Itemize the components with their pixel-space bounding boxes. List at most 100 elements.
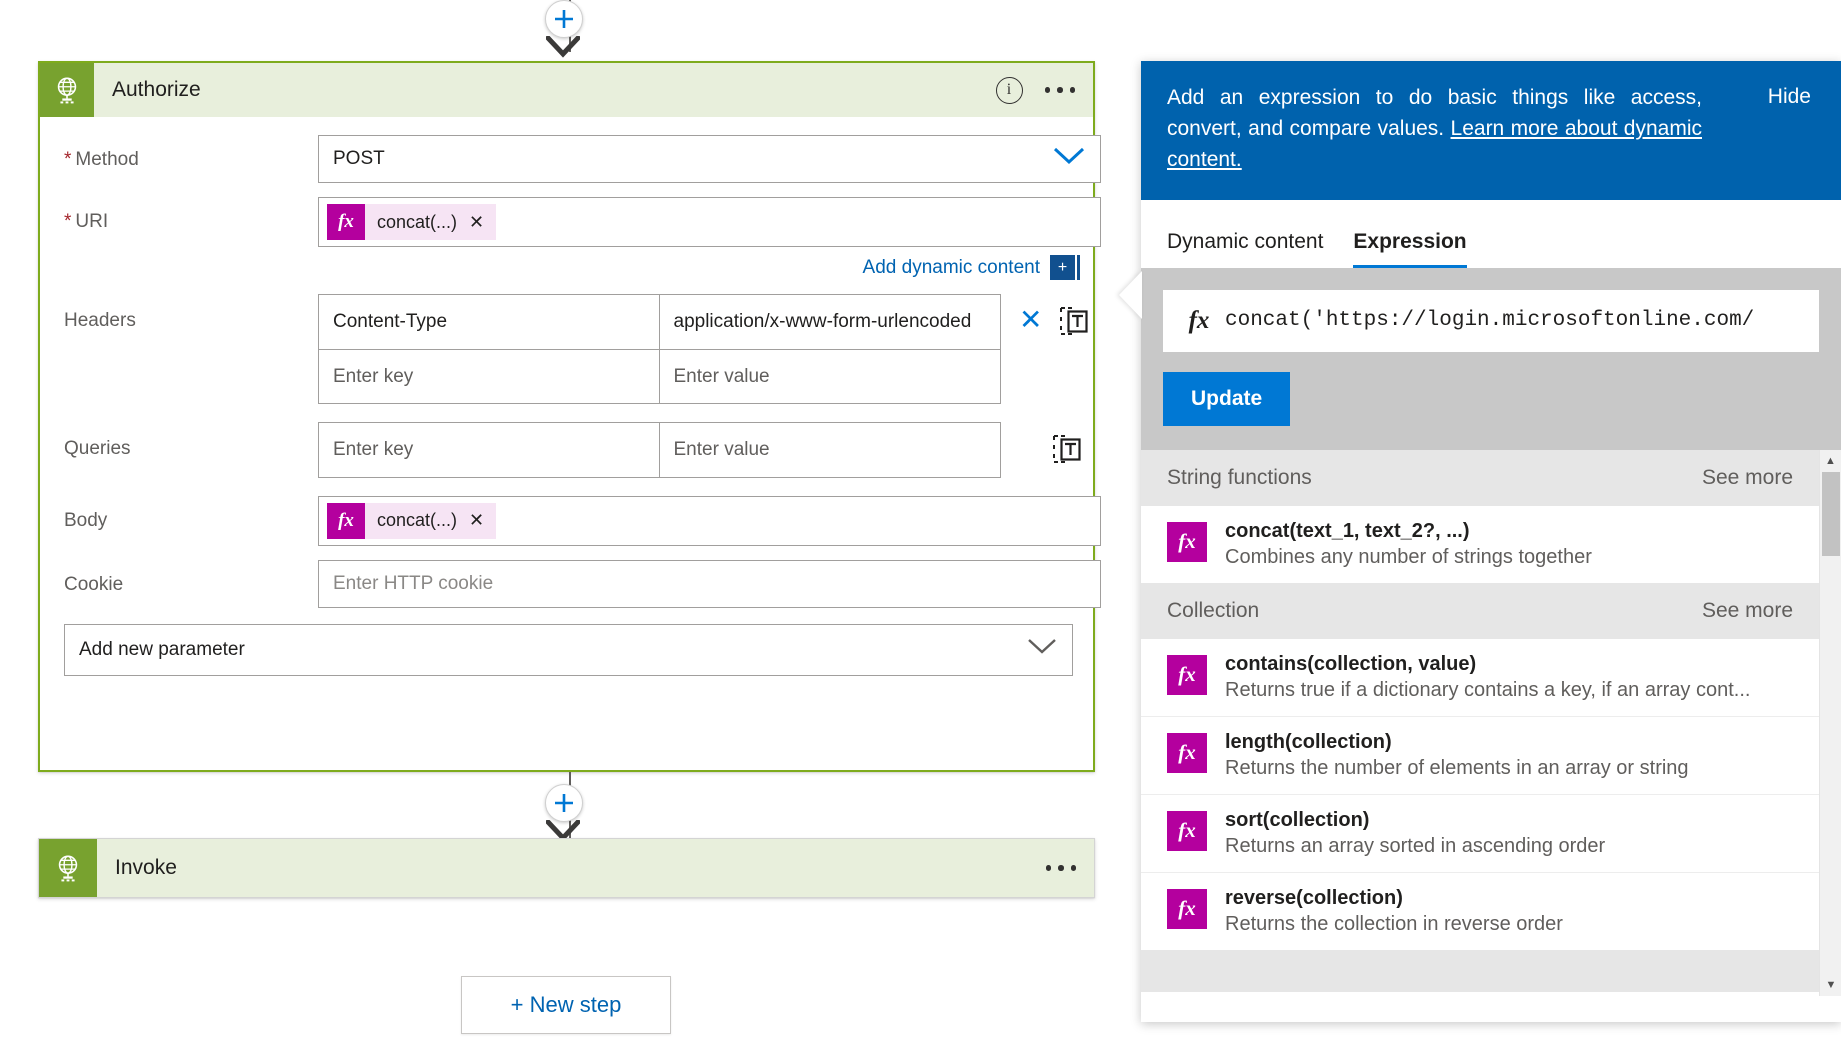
field-control-body: fx concat(...) ✕ bbox=[318, 496, 1101, 546]
query-value-empty[interactable]: Enter value bbox=[660, 423, 1001, 477]
insert-step-button-middle[interactable] bbox=[545, 784, 583, 822]
function-list: String functions See more fx concat(text… bbox=[1141, 450, 1841, 996]
query-key-empty[interactable]: Enter key bbox=[319, 423, 660, 477]
scrollbar-thumb[interactable] bbox=[1822, 472, 1840, 556]
token-label: concat(...) bbox=[365, 503, 465, 539]
new-step-button[interactable]: + New step bbox=[461, 976, 671, 1034]
list-item[interactable]: fx reverse(collection) Returns the colle… bbox=[1141, 872, 1819, 950]
function-description: Returns an array sorted in ascending ord… bbox=[1225, 835, 1605, 858]
field-control-cookie: Enter HTTP cookie bbox=[318, 560, 1101, 608]
connector-top bbox=[0, 0, 1140, 52]
fx-icon: fx bbox=[1167, 811, 1207, 851]
add-new-parameter-dropdown[interactable]: Add new parameter bbox=[64, 624, 1073, 676]
method-value: POST bbox=[333, 148, 385, 170]
info-glyph: i bbox=[1007, 81, 1011, 99]
field-control-headers: Content-Type application/x-www-form-urle… bbox=[318, 294, 1088, 404]
cookie-input[interactable]: Enter HTTP cookie bbox=[318, 560, 1101, 608]
function-name: concat(text_1, text_2?, ...) bbox=[1225, 520, 1592, 543]
function-list-scrollport: String functions See more fx concat(text… bbox=[1141, 450, 1819, 996]
field-method: *Method POST bbox=[64, 135, 1069, 183]
fx-icon: fx bbox=[1167, 522, 1207, 562]
list-item[interactable]: fx length(collection) Returns the number… bbox=[1141, 716, 1819, 794]
expression-input[interactable]: fx concat('https://login.microsoftonline… bbox=[1163, 290, 1819, 352]
tab-dynamic-content[interactable]: Dynamic content bbox=[1167, 230, 1323, 268]
header-value[interactable]: application/x-www-form-urlencoded bbox=[660, 295, 1001, 349]
expression-token-uri[interactable]: fx concat(...) ✕ bbox=[327, 204, 496, 240]
card-title: Authorize bbox=[112, 78, 201, 102]
app-root: Authorize i *Method POST bbox=[0, 0, 1841, 1044]
switch-to-text-mode-icon[interactable] bbox=[1053, 434, 1081, 469]
card-body-authorize: *Method POST *URI bbox=[40, 117, 1093, 700]
table-row[interactable]: Enter key Enter value bbox=[319, 349, 1000, 404]
action-card-invoke[interactable]: Invoke bbox=[38, 838, 1095, 898]
more-options-icon[interactable] bbox=[1046, 865, 1077, 871]
fx-icon: fx bbox=[1167, 889, 1207, 929]
card-header-actions: i bbox=[996, 63, 1076, 117]
function-description: Returns true if a dictionary contains a … bbox=[1225, 679, 1750, 702]
update-button[interactable]: Update bbox=[1163, 372, 1290, 426]
insert-step-button-top[interactable] bbox=[545, 0, 583, 38]
function-name: contains(collection, value) bbox=[1225, 653, 1750, 676]
add-new-parameter-row: Add new parameter bbox=[64, 624, 1069, 676]
panel-banner: Add an expression to do basic things lik… bbox=[1141, 61, 1841, 200]
table-row[interactable]: Enter key Enter value bbox=[319, 423, 1000, 477]
function-group-header-string: String functions See more bbox=[1141, 450, 1819, 506]
chevron-down-icon bbox=[1052, 146, 1086, 172]
delete-row-icon[interactable]: ✕ bbox=[1019, 306, 1042, 334]
table-row[interactable]: Content-Type application/x-www-form-urle… bbox=[319, 295, 1000, 349]
header-key[interactable]: Content-Type bbox=[319, 295, 660, 349]
expression-token-body[interactable]: fx concat(...) ✕ bbox=[327, 503, 496, 539]
see-more-link[interactable]: See more bbox=[1702, 466, 1793, 490]
list-item[interactable]: fx sort(collection) Returns an array sor… bbox=[1141, 794, 1819, 872]
switch-to-text-mode-icon[interactable] bbox=[1060, 306, 1088, 341]
designer-canvas: Authorize i *Method POST bbox=[0, 0, 1140, 1044]
function-list-footer bbox=[1141, 950, 1819, 992]
card-header-invoke[interactable]: Invoke bbox=[39, 839, 1094, 897]
function-name: reverse(collection) bbox=[1225, 887, 1563, 910]
method-dropdown[interactable]: POST bbox=[318, 135, 1101, 183]
add-dynamic-content-row: Add dynamic content + bbox=[64, 255, 1075, 280]
function-description: Returns the number of elements in an arr… bbox=[1225, 757, 1689, 780]
see-more-link[interactable]: See more bbox=[1702, 599, 1793, 623]
body-input[interactable]: fx concat(...) ✕ bbox=[318, 496, 1101, 546]
queries-table: Enter key Enter value bbox=[318, 422, 1001, 478]
uri-input[interactable]: fx concat(...) ✕ bbox=[318, 197, 1101, 247]
field-control-queries: Enter key Enter value bbox=[318, 422, 1081, 478]
expression-editor-area: fx concat('https://login.microsoftonline… bbox=[1141, 268, 1841, 450]
list-item[interactable]: fx contains(collection, value) Returns t… bbox=[1141, 639, 1819, 716]
list-item[interactable]: fx concat(text_1, text_2?, ...) Combines… bbox=[1141, 506, 1819, 583]
more-options-icon[interactable] bbox=[1045, 87, 1076, 93]
header-key-empty[interactable]: Enter key bbox=[319, 350, 660, 404]
field-control-method: POST bbox=[318, 135, 1101, 183]
expression-panel: Add an expression to do basic things lik… bbox=[1141, 61, 1841, 1022]
function-name: length(collection) bbox=[1225, 731, 1689, 754]
function-group-header-collection: Collection See more bbox=[1141, 583, 1819, 639]
scroll-up-icon[interactable]: ▲ bbox=[1820, 450, 1841, 472]
field-label-uri: *URI bbox=[64, 197, 318, 233]
card-header-authorize[interactable]: Authorize i bbox=[40, 63, 1093, 117]
token-label: concat(...) bbox=[365, 204, 465, 240]
add-dynamic-content-link[interactable]: Add dynamic content bbox=[863, 257, 1040, 279]
card-title: Invoke bbox=[115, 856, 177, 880]
field-headers: Headers Content-Type application/x-www-f… bbox=[64, 294, 1069, 404]
add-dynamic-content-plus-icon[interactable]: + bbox=[1050, 255, 1075, 280]
fx-icon: fx bbox=[327, 503, 365, 539]
field-cookie: Cookie Enter HTTP cookie bbox=[64, 560, 1069, 608]
tab-expression[interactable]: Expression bbox=[1353, 230, 1466, 268]
globe-icon bbox=[40, 63, 94, 117]
banner-text: Add an expression to do basic things lik… bbox=[1167, 83, 1702, 176]
hide-button[interactable]: Hide bbox=[1768, 85, 1811, 109]
field-label-cookie: Cookie bbox=[64, 560, 318, 596]
required-marker: * bbox=[64, 211, 71, 232]
queries-row-tools bbox=[1019, 422, 1081, 478]
field-body: Body fx concat(...) ✕ bbox=[64, 496, 1069, 546]
action-card-authorize[interactable]: Authorize i *Method POST bbox=[38, 61, 1095, 772]
token-remove-icon[interactable]: ✕ bbox=[465, 204, 496, 240]
info-icon[interactable]: i bbox=[996, 77, 1023, 104]
token-remove-icon[interactable]: ✕ bbox=[465, 503, 496, 539]
panel-callout-arrow bbox=[1119, 271, 1142, 319]
header-value-empty[interactable]: Enter value bbox=[660, 350, 1001, 404]
function-list-scrollbar[interactable]: ▲ ▼ bbox=[1819, 450, 1841, 996]
expression-value[interactable]: concat('https://login.microsoftonline.co… bbox=[1225, 309, 1809, 332]
scroll-down-icon[interactable]: ▼ bbox=[1820, 974, 1841, 996]
